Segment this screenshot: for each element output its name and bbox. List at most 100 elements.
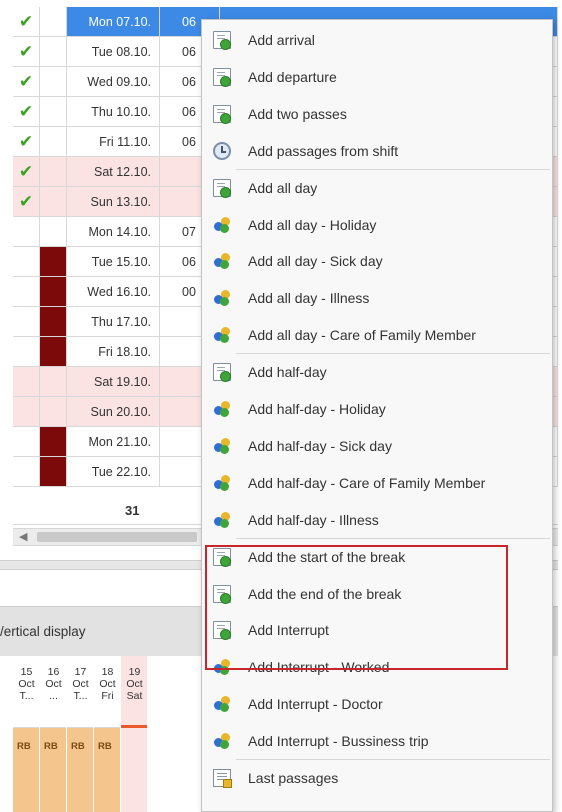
- people-icon: [213, 252, 231, 270]
- day-code: [121, 728, 147, 741]
- status-cell: [13, 457, 40, 486]
- menu-item[interactable]: Add all day: [202, 170, 552, 206]
- check-icon: ✔: [18, 72, 34, 91]
- day-header-text: Sat: [126, 690, 143, 702]
- date-cell: Mon 21.10.: [67, 427, 160, 456]
- date-cell: Fri 18.10.: [67, 337, 160, 366]
- menu-item[interactable]: Add all day - Illness: [202, 280, 552, 316]
- menu-item-label: Add all day - Sick day: [248, 253, 383, 270]
- status-cell: [13, 337, 40, 366]
- people-icon: [213, 216, 231, 234]
- menu-item-label: Add all day - Illness: [248, 290, 370, 307]
- date-cell: Mon 07.10.: [67, 7, 160, 36]
- day-column-body: RB: [94, 728, 120, 812]
- absence-flag-cell: [40, 127, 67, 156]
- menu-item-label: Add Interrupt: [248, 622, 329, 639]
- menu-item-label: Add all day: [248, 179, 318, 196]
- status-cell: ✔: [13, 127, 40, 156]
- day-code: RB: [98, 741, 112, 752]
- menu-item-label: Add Interrupt - Bussiness trip: [248, 733, 429, 750]
- menu-item-label: Add half-day - Sick day: [248, 437, 392, 454]
- people-icon: [213, 400, 231, 418]
- menu-item[interactable]: Add Interrupt: [202, 612, 552, 648]
- status-cell: [13, 217, 40, 246]
- menu-item[interactable]: Add Interrupt - Doctor: [202, 686, 552, 722]
- menu-item[interactable]: Add all day - Holiday: [202, 207, 552, 243]
- day-header-text: ...: [49, 690, 58, 702]
- menu-item[interactable]: Add half-day: [202, 354, 552, 390]
- menu-item[interactable]: Add the start of the break: [202, 539, 552, 575]
- date-cell: Sun 13.10.: [67, 187, 160, 216]
- day-column-body: RB: [13, 728, 39, 812]
- menu-item-label: Add Interrupt - Doctor: [248, 696, 383, 713]
- day-header-text: 15: [20, 666, 33, 678]
- absence-flag-cell: [40, 397, 67, 426]
- day-column-header: 18 Oct Fri: [94, 656, 120, 728]
- menu-item-label: Add two passes: [248, 105, 347, 122]
- menu-item[interactable]: Add half-day - Illness: [202, 502, 552, 538]
- menu-item[interactable]: Add half-day - Sick day: [202, 428, 552, 464]
- menu-item[interactable]: Add arrival: [202, 22, 552, 58]
- date-cell: Mon 14.10.: [67, 217, 160, 246]
- check-icon: ✔: [18, 12, 34, 31]
- scroll-left-icon[interactable]: ◀: [19, 530, 27, 543]
- day-column-body: RB: [40, 728, 66, 812]
- absence-flag-cell: [40, 187, 67, 216]
- date-cell: Thu 17.10.: [67, 307, 160, 336]
- day-column[interactable]: 18 Oct Fri RB: [94, 656, 120, 812]
- people-icon: [213, 695, 231, 713]
- status-cell: ✔: [13, 187, 40, 216]
- menu-item[interactable]: Add the end of the break: [202, 576, 552, 612]
- menu-item-label: Add arrival: [248, 32, 315, 48]
- scrollbar-thumb[interactable]: [37, 532, 197, 542]
- date-cell: Wed 09.10.: [67, 67, 160, 96]
- menu-item[interactable]: Add all day - Care of Family Member: [202, 317, 552, 353]
- day-column[interactable]: 17 Oct T... RB: [67, 656, 93, 812]
- absence-flag-cell: [40, 337, 67, 366]
- date-cell: Tue 15.10.: [67, 247, 160, 276]
- menu-item[interactable]: Last passages: [202, 760, 552, 796]
- menu-item[interactable]: Add all day - Sick day: [202, 243, 552, 279]
- doc-add-icon: [213, 178, 231, 198]
- date-cell: Sun 20.10.: [67, 397, 160, 426]
- day-column[interactable]: 15 Oct T... RB: [13, 656, 39, 812]
- status-cell: ✔: [13, 67, 40, 96]
- menu-item[interactable]: Add passages from shift: [202, 133, 552, 169]
- menu-item[interactable]: Add Interrupt - Bussiness trip: [202, 723, 552, 759]
- absence-flag-cell: [40, 37, 67, 66]
- status-cell: [13, 277, 40, 306]
- date-cell: Fri 11.10.: [67, 127, 160, 156]
- people-icon: [213, 474, 231, 492]
- doc-add-icon: [213, 31, 231, 50]
- people-icon: [213, 326, 231, 344]
- date-cell: Thu 10.10.: [67, 97, 160, 126]
- menu-item[interactable]: Add two passes: [202, 96, 552, 132]
- menu-item[interactable]: Add departure: [202, 59, 552, 95]
- day-column-header: 15 Oct T...: [13, 656, 39, 728]
- menu-item[interactable]: Add Interrupt - Worked: [202, 649, 552, 685]
- day-header-text: 19: [128, 666, 141, 678]
- menu-item-label: Add the end of the break: [248, 585, 402, 602]
- menu-item-label: Add Interrupt - Worked: [248, 659, 390, 676]
- day-column-header: 19 Oct Sat: [121, 656, 147, 728]
- menu-item[interactable]: Add half-day - Care of Family Member: [202, 465, 552, 501]
- status-cell: ✔: [13, 97, 40, 126]
- day-header-text: Oct: [72, 678, 89, 690]
- total-value: 31: [125, 503, 140, 518]
- context-menu: Add arrival Add departure Add two passes Ad…: [201, 19, 553, 812]
- people-icon: [213, 289, 231, 307]
- day-column[interactable]: 19 Oct Sat: [121, 656, 147, 812]
- absence-flag-cell: [40, 277, 67, 306]
- check-icon: ✔: [18, 102, 34, 121]
- menu-item-label: Add the start of the break: [248, 548, 406, 565]
- absence-flag-cell: [40, 97, 67, 126]
- check-icon: ✔: [18, 42, 34, 61]
- day-column[interactable]: 16 Oct... RB: [40, 656, 66, 812]
- menu-item[interactable]: Add half-day - Holiday: [202, 391, 552, 427]
- menu-item-label: Add departure: [248, 68, 337, 85]
- day-header-text: 18: [101, 666, 114, 678]
- status-cell: ✔: [13, 157, 40, 186]
- menu-item-label: Add half-day - Illness: [248, 511, 379, 528]
- day-code: RB: [17, 741, 31, 752]
- menu-item-label: Add half-day - Care of Family Member: [248, 474, 486, 491]
